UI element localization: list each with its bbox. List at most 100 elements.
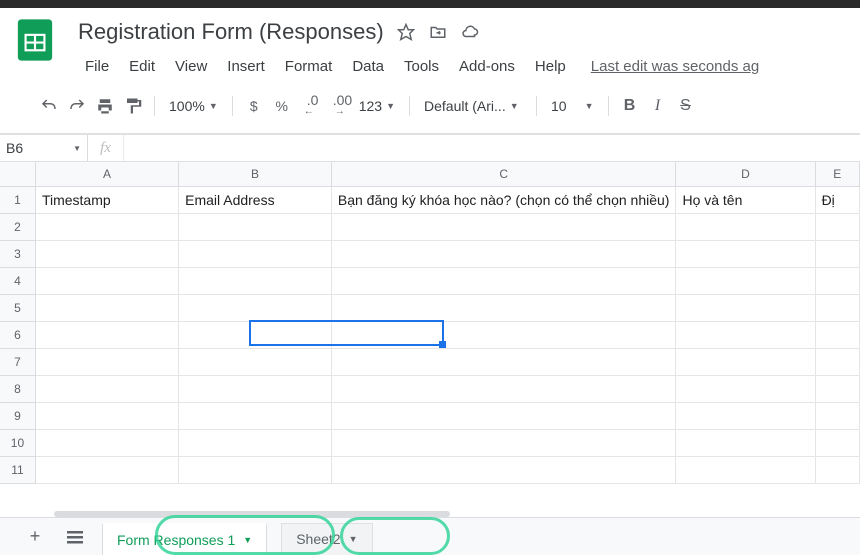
cell[interactable] <box>676 240 815 267</box>
cell[interactable] <box>331 402 676 429</box>
cell[interactable] <box>331 240 676 267</box>
menu-data[interactable]: Data <box>345 54 391 79</box>
star-icon[interactable] <box>396 22 416 42</box>
row-header[interactable]: 4 <box>0 267 35 294</box>
decrease-decimal-button[interactable]: .0← <box>297 93 323 119</box>
cell[interactable] <box>331 294 676 321</box>
cell[interactable] <box>35 456 178 483</box>
cell[interactable] <box>331 213 676 240</box>
strikethrough-button[interactable]: S <box>673 93 699 119</box>
cell[interactable] <box>179 348 332 375</box>
row-header[interactable]: 8 <box>0 375 35 402</box>
font-dropdown[interactable]: Default (Ari...▼ <box>418 98 528 114</box>
font-size-dropdown[interactable]: 10▼ <box>545 98 600 114</box>
cell[interactable] <box>331 267 676 294</box>
spreadsheet-grid[interactable]: ABCDE1TimestampEmail AddressBạn đăng ký … <box>0 162 860 484</box>
cell[interactable]: Email Address <box>179 186 332 213</box>
cell[interactable] <box>35 348 178 375</box>
sheets-logo[interactable] <box>16 16 54 64</box>
menu-file[interactable]: File <box>78 54 116 79</box>
paint-format-button[interactable] <box>120 93 146 119</box>
cell[interactable] <box>676 348 815 375</box>
cell[interactable] <box>179 294 332 321</box>
cell[interactable] <box>815 213 859 240</box>
cell[interactable] <box>35 267 178 294</box>
cell[interactable] <box>331 456 676 483</box>
menu-insert[interactable]: Insert <box>220 54 272 79</box>
percent-button[interactable]: % <box>269 93 295 119</box>
cell[interactable] <box>676 213 815 240</box>
cell[interactable] <box>676 429 815 456</box>
cell[interactable] <box>331 375 676 402</box>
column-header[interactable]: A <box>35 162 178 186</box>
cell[interactable] <box>815 456 859 483</box>
row-header[interactable]: 7 <box>0 348 35 375</box>
row-header[interactable]: 10 <box>0 429 35 456</box>
name-box[interactable]: B6▼ <box>0 135 88 161</box>
column-header[interactable]: E <box>815 162 859 186</box>
cell[interactable] <box>35 429 178 456</box>
cell[interactable] <box>676 294 815 321</box>
row-header[interactable]: 3 <box>0 240 35 267</box>
cell[interactable] <box>676 321 815 348</box>
cell[interactable] <box>35 321 178 348</box>
cell[interactable] <box>815 321 859 348</box>
row-header[interactable]: 5 <box>0 294 35 321</box>
cell[interactable] <box>179 429 332 456</box>
cell[interactable] <box>815 240 859 267</box>
sheet-tab-sheet2[interactable]: Sheet2▼ <box>281 523 372 555</box>
last-edit-link[interactable]: Last edit was seconds ag <box>591 58 759 75</box>
more-formats-dropdown[interactable]: 123▼ <box>353 98 401 114</box>
move-folder-icon[interactable] <box>428 22 448 42</box>
bold-button[interactable]: B <box>617 93 643 119</box>
italic-button[interactable]: I <box>645 93 671 119</box>
cell[interactable] <box>815 348 859 375</box>
column-header[interactable]: D <box>676 162 815 186</box>
cell[interactable] <box>815 375 859 402</box>
undo-button[interactable] <box>36 93 62 119</box>
cell[interactable] <box>815 267 859 294</box>
cell[interactable] <box>179 321 332 348</box>
cell[interactable] <box>815 402 859 429</box>
column-header[interactable]: C <box>331 162 676 186</box>
add-sheet-button[interactable]: + <box>22 524 48 550</box>
cell[interactable] <box>35 213 178 240</box>
cell[interactable] <box>179 240 332 267</box>
sheet-tab-form-responses[interactable]: Form Responses 1▼ <box>102 523 267 555</box>
cell[interactable] <box>331 321 676 348</box>
cell[interactable] <box>676 456 815 483</box>
zoom-dropdown[interactable]: 100%▼ <box>163 98 224 114</box>
cell[interactable] <box>179 267 332 294</box>
cell[interactable] <box>331 429 676 456</box>
print-button[interactable] <box>92 93 118 119</box>
formula-bar[interactable] <box>124 135 860 161</box>
menu-view[interactable]: View <box>168 54 214 79</box>
cell[interactable]: Đị <box>815 186 859 213</box>
cell[interactable] <box>676 402 815 429</box>
cell[interactable] <box>676 267 815 294</box>
cell[interactable] <box>179 402 332 429</box>
all-sheets-button[interactable] <box>62 524 88 550</box>
row-header[interactable]: 11 <box>0 456 35 483</box>
cell[interactable] <box>35 294 178 321</box>
cell[interactable] <box>35 402 178 429</box>
cell[interactable] <box>815 429 859 456</box>
cell[interactable] <box>179 213 332 240</box>
cell[interactable] <box>35 375 178 402</box>
menu-addons[interactable]: Add-ons <box>452 54 522 79</box>
cell[interactable] <box>331 348 676 375</box>
cell[interactable] <box>179 456 332 483</box>
currency-button[interactable]: $ <box>241 93 267 119</box>
cloud-icon[interactable] <box>460 22 480 42</box>
redo-button[interactable] <box>64 93 90 119</box>
cell[interactable] <box>815 294 859 321</box>
menu-format[interactable]: Format <box>278 54 340 79</box>
increase-decimal-button[interactable]: .00→ <box>325 93 351 119</box>
select-all-corner[interactable] <box>0 162 35 186</box>
row-header[interactable]: 2 <box>0 213 35 240</box>
menu-edit[interactable]: Edit <box>122 54 162 79</box>
menu-help[interactable]: Help <box>528 54 573 79</box>
cell[interactable] <box>676 375 815 402</box>
cell[interactable]: Timestamp <box>35 186 178 213</box>
row-header[interactable]: 6 <box>0 321 35 348</box>
